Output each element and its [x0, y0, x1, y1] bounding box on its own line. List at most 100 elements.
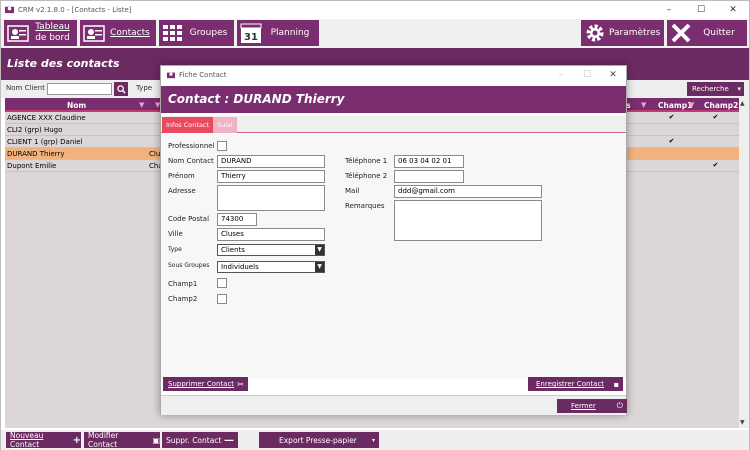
- maximize-icon[interactable]: ☐: [574, 70, 600, 80]
- supprimer-contact-button[interactable]: Supprimer Contact ✂: [163, 377, 248, 391]
- dialog-title: Fiche Contact: [179, 70, 227, 79]
- parametres-label: Paramètres: [609, 27, 661, 38]
- dashboard-button[interactable]: Tableau de bord: [4, 20, 77, 46]
- row-nom: DURAND Thierry: [7, 150, 65, 158]
- mail-field[interactable]: ddd@gmail.com: [394, 185, 542, 198]
- fermer-button[interactable]: Fermer ⏻: [557, 399, 627, 413]
- col-champ2-header[interactable]: Champ2: [704, 101, 738, 110]
- row-nom: CLIENT 1 (grp) Daniel: [7, 138, 83, 146]
- col-champ1-header[interactable]: Champ1: [658, 101, 692, 110]
- title-bar: CRM v2.1.8.0 - [Contacts - Liste] – ☐ ✕: [1, 1, 749, 18]
- filter-nom-input[interactable]: [47, 83, 112, 95]
- main-toolbar: Tableau de bord Contacts Groupes 31 Plann…: [1, 19, 749, 48]
- search-button[interactable]: [114, 82, 128, 96]
- sous-groupes-select[interactable]: Individuels ▼: [217, 261, 325, 273]
- export-presse-papier-button[interactable]: Export Presse-papier ▾: [259, 432, 379, 448]
- app-icon: [167, 72, 175, 78]
- dashboard-label-1: Tableau: [35, 22, 70, 32]
- professionnel-label: Professionnel: [168, 142, 215, 150]
- ville-field[interactable]: Cluses: [217, 228, 325, 241]
- close-icon[interactable]: ✕: [717, 5, 749, 15]
- app-icon: [5, 6, 14, 14]
- telephone2-label: Téléphone 2: [345, 172, 388, 180]
- x-icon: [670, 22, 692, 44]
- filter-icon[interactable]: ▼: [689, 101, 694, 109]
- dialog-title-bar: Fiche Contact – ☐ ✕: [161, 66, 626, 83]
- telephone2-field[interactable]: [394, 170, 464, 183]
- dialog-heading: Contact : DURAND Thierry: [168, 92, 345, 106]
- tab-infos-contact[interactable]: Infos Contact: [162, 117, 214, 133]
- quitter-label: Quitter: [703, 27, 735, 38]
- dialog-header: Contact : DURAND Thierry: [161, 86, 626, 113]
- save-icon: ▪: [613, 379, 619, 389]
- edit-icon: ▣: [152, 435, 160, 445]
- code-postal-label: Code Postal: [168, 215, 210, 223]
- adresse-field[interactable]: [217, 185, 325, 211]
- parametres-button[interactable]: Paramètres: [581, 20, 664, 46]
- nouveau-contact-label: Nouveau Contact: [10, 431, 44, 449]
- remarques-label: Remarques: [345, 202, 385, 210]
- groupes-button[interactable]: Groupes: [159, 20, 234, 46]
- tab-suivi[interactable]: Suivi: [213, 117, 237, 133]
- enregistrer-contact-button[interactable]: Enregistrer Contact ▪: [528, 377, 623, 391]
- col-nom-header[interactable]: Nom: [67, 101, 86, 110]
- sous-groupes-value: Individuels: [221, 263, 259, 271]
- chevron-down-icon: ▾: [371, 436, 375, 444]
- grid-icon: [162, 22, 184, 44]
- row-champ1: ✔: [668, 113, 675, 121]
- quitter-button[interactable]: Quitter: [667, 20, 747, 46]
- filter-icon[interactable]: ▼: [139, 101, 144, 109]
- row-type: Clu: [149, 150, 161, 158]
- chevron-down-icon: ▼: [315, 262, 324, 272]
- enregistrer-label: Enregistrer Contact: [536, 380, 605, 388]
- modifier-contact-button[interactable]: Modifier Contact ▣: [84, 431, 160, 449]
- suppr-contact-button[interactable]: Suppr. Contact —: [162, 432, 238, 448]
- row-nom: Dupont Emilie: [7, 162, 57, 170]
- close-icon[interactable]: ✕: [600, 70, 626, 80]
- suppr-contact-label: Suppr. Contact: [166, 435, 222, 445]
- scroll-down-icon[interactable]: ▼: [740, 419, 745, 426]
- nom-label: Nom Contact: [168, 157, 214, 165]
- scroll-up-icon[interactable]: ▲: [740, 100, 745, 107]
- bottom-toolbar: Nouveau Contact + Modifier Contact ▣ Suppr…: [1, 430, 749, 450]
- champ2-checkbox[interactable]: [217, 294, 227, 304]
- planning-button[interactable]: 31 Planning: [237, 20, 319, 46]
- supprimer-label: Supprimer Contact: [168, 380, 235, 388]
- champ1-label: Champ1: [168, 280, 198, 288]
- champ2-label: Champ2: [168, 295, 198, 303]
- filter-type-label: Type: [136, 84, 153, 92]
- row-nom: AGENCE XXX Claudine: [7, 114, 86, 122]
- filter-icon[interactable]: ▼: [641, 101, 646, 109]
- contacts-button[interactable]: Contacts: [80, 20, 156, 46]
- type-select[interactable]: Clients ▼: [217, 244, 325, 256]
- contacts-icon: [83, 22, 105, 44]
- minus-icon: —: [224, 434, 234, 446]
- chevron-down-icon: ▼: [315, 245, 324, 255]
- scissors-icon: ✂: [237, 379, 244, 389]
- telephone1-field[interactable]: 06 03 04 02 01: [394, 155, 464, 168]
- contacts-label: Contacts: [110, 27, 150, 38]
- groupes-label: Groupes: [189, 27, 228, 38]
- champ1-checkbox[interactable]: [217, 278, 227, 288]
- row-champ2: ✔: [712, 161, 719, 169]
- filter-nom-label: Nom Client: [6, 84, 45, 92]
- planning-label: Planning: [270, 27, 310, 38]
- export-label: Export Presse-papier: [279, 435, 357, 445]
- recherche-dropdown[interactable]: Recherche: [687, 82, 744, 96]
- prenom-field[interactable]: Thierry: [217, 170, 325, 183]
- dialog-footer: Fermer ⏻: [161, 395, 627, 415]
- telephone1-label: Téléphone 1: [345, 157, 388, 165]
- professionnel-checkbox[interactable]: [217, 141, 227, 151]
- minimize-icon[interactable]: –: [653, 5, 685, 15]
- nouveau-contact-button[interactable]: Nouveau Contact +: [6, 431, 81, 449]
- vertical-scrollbar[interactable]: ▲ ▼: [739, 98, 749, 428]
- code-postal-field[interactable]: 74300: [217, 213, 257, 226]
- window-title: CRM v2.1.8.0 - [Contacts - Liste]: [18, 5, 132, 14]
- mail-label: Mail: [345, 187, 360, 195]
- remarques-field[interactable]: [394, 200, 542, 241]
- nom-field[interactable]: DURAND: [217, 155, 325, 168]
- fermer-label: Fermer: [571, 402, 596, 410]
- maximize-icon[interactable]: ☐: [685, 5, 717, 15]
- gear-icon: [584, 22, 606, 44]
- minimize-icon[interactable]: –: [548, 70, 574, 80]
